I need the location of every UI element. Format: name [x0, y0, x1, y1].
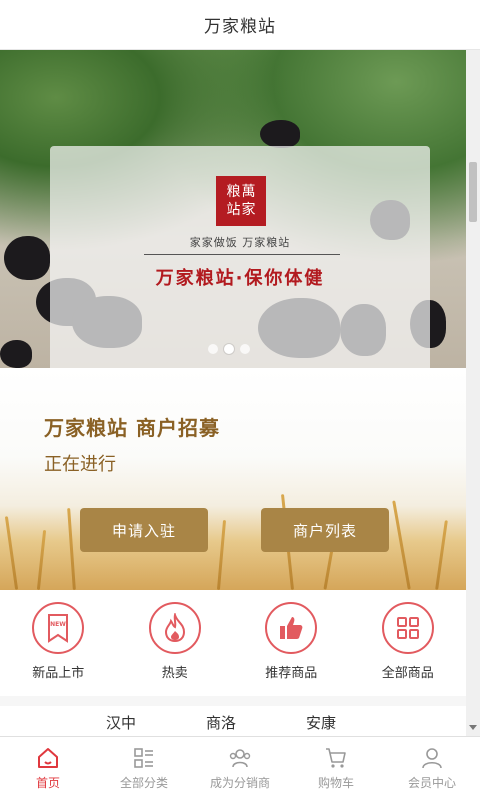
cart-icon	[326, 748, 346, 768]
quick-item-label: 热卖	[161, 666, 188, 681]
new-bookmark-icon: NEW	[32, 602, 85, 654]
wheat-decoration	[36, 530, 47, 590]
tab-label: 会员中心	[407, 776, 456, 790]
tab-cart[interactable]: 购物车	[288, 737, 384, 800]
tab-label: 购物车	[317, 776, 354, 790]
merchant-recruit-section: 万家粮站 商户招募 正在进行 申请入驻 商户列表	[0, 368, 466, 590]
svg-text:NEW: NEW	[50, 621, 66, 628]
distributor-icon	[229, 749, 251, 768]
region-tab[interactable]: 汉中	[106, 712, 136, 733]
region-tab[interactable]: 商洛	[206, 712, 236, 733]
carousel-dot-active[interactable]	[224, 344, 234, 354]
grid-icon	[381, 602, 434, 654]
brand-seal-logo: 粮 萬 站 家	[216, 176, 266, 226]
region-tab[interactable]: 安康	[306, 712, 336, 733]
banner-divider	[144, 254, 340, 255]
carousel-dot[interactable]	[240, 344, 250, 354]
flame-icon	[148, 602, 201, 654]
apply-merchant-button[interactable]: 申请入驻	[80, 508, 208, 552]
recruit-title: 万家粮站 商户招募	[44, 416, 220, 440]
wheat-decoration	[4, 516, 19, 590]
category-list-icon	[134, 748, 153, 768]
tab-all-categories[interactable]: 全部分类	[96, 737, 192, 800]
quick-item-new-arrivals[interactable]: NEW 新品上市	[8, 602, 108, 681]
banner-slogan: 万家粮站·保你体健	[155, 268, 325, 289]
wheat-decoration	[216, 520, 227, 590]
banner-subtitle: 家家做饭 万家粮站	[189, 236, 291, 249]
home-icon	[38, 748, 58, 768]
tab-label: 成为分销商	[209, 776, 270, 790]
wheat-decoration	[67, 507, 76, 590]
page-title: 万家粮站	[204, 17, 276, 37]
tab-label: 首页	[35, 776, 60, 790]
tab-label: 全部分类	[119, 776, 168, 790]
quick-item-hot-sale[interactable]: 热卖	[125, 602, 225, 681]
quick-item-recommended[interactable]: 推荐商品	[241, 602, 341, 681]
recruit-status: 正在进行	[44, 454, 116, 475]
banner-photo-chicken	[4, 236, 50, 280]
app-root: 万家粮站 粮 萬 站 家 家家做饭 万家粮站 万家粮站·保你体健 万家粮站 商户…	[0, 0, 480, 800]
wheat-decoration	[392, 500, 411, 590]
banner-brand-card: 粮 萬 站 家 家家做饭 万家粮站 万家粮站·保你体健	[50, 146, 430, 368]
region-tabs: 汉中 商洛 安康	[0, 706, 466, 736]
scrollbar-thumb[interactable]	[469, 162, 477, 222]
quick-item-label: 新品上市	[32, 666, 85, 681]
top-bar: 万家粮站	[0, 0, 480, 50]
quick-item-label: 全部商品	[381, 666, 434, 681]
scroll-down-arrow-icon[interactable]	[469, 725, 477, 730]
merchant-list-button[interactable]: 商户列表	[261, 508, 389, 552]
quick-entry-grid: NEW 新品上市 热卖 推荐商品 全部商品	[0, 590, 466, 696]
carousel-dot[interactable]	[208, 344, 218, 354]
page-scrollbar[interactable]	[466, 50, 480, 736]
user-icon	[422, 748, 442, 769]
tab-home[interactable]: 首页	[0, 737, 96, 800]
banner-photo-chicken	[0, 340, 32, 368]
quick-item-label: 推荐商品	[265, 666, 318, 681]
tab-member-center[interactable]: 会员中心	[384, 737, 480, 800]
bottom-tab-bar: 首页 全部分类 成为分销商 购物车 会员中心	[0, 736, 480, 800]
banner-photo-chicken	[260, 120, 300, 148]
promo-banner-carousel[interactable]: 粮 萬 站 家 家家做饭 万家粮站 万家粮站·保你体健	[0, 50, 466, 368]
thumbs-up-icon	[265, 602, 318, 654]
carousel-indicator	[208, 344, 250, 354]
quick-item-all-products[interactable]: 全部商品	[358, 602, 458, 681]
tab-become-distributor[interactable]: 成为分销商	[192, 737, 288, 800]
wheat-decoration	[435, 520, 448, 590]
